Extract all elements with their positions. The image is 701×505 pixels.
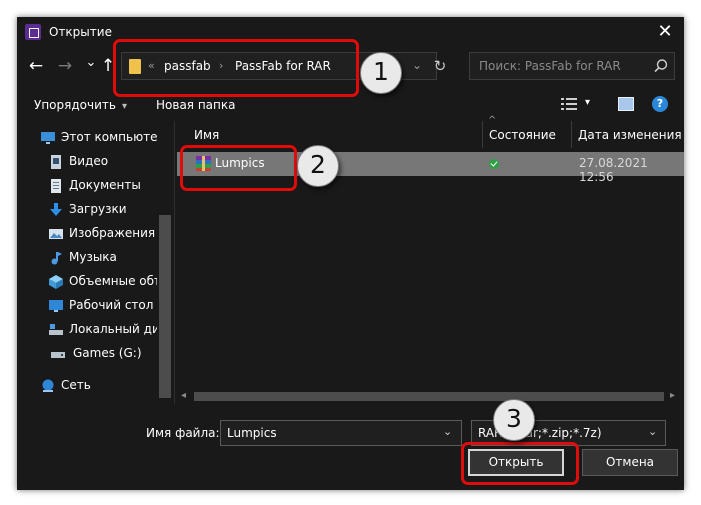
navigation-pane: Этот компьютер Видео Документы Загрузки … xyxy=(17,121,173,404)
sidebar-item-label: Объемные объ xyxy=(69,274,157,288)
sidebar-item-downloads[interactable]: Загрузки xyxy=(17,198,157,222)
sidebar-item-documents[interactable]: Документы xyxy=(17,174,157,198)
new-folder-button[interactable]: Новая папка xyxy=(156,98,235,112)
sidebar-item-label: Games (G:) xyxy=(73,346,142,360)
sidebar-item-video[interactable]: Видео xyxy=(17,150,157,174)
cancel-button[interactable]: Отмена xyxy=(582,449,678,476)
local-disk-icon xyxy=(49,324,63,335)
column-divider[interactable] xyxy=(482,121,483,148)
chevron-down-icon[interactable]: ⌄ xyxy=(443,425,452,438)
sidebar-item-label: Этот компьютер xyxy=(61,130,157,144)
sidebar-item-desktop[interactable]: Рабочий стол xyxy=(17,294,157,318)
sidebar-item-local-disk[interactable]: Локальный ди xyxy=(17,318,157,342)
column-header-date-modified[interactable]: Дата изменения xyxy=(578,128,682,142)
search-input[interactable]: Поиск: PassFab for RAR xyxy=(479,59,621,73)
preview-pane-icon[interactable] xyxy=(618,97,634,111)
refresh-icon[interactable]: ↻ xyxy=(429,55,451,77)
window-title: Открытие xyxy=(49,25,112,39)
sidebar-scrollbar[interactable] xyxy=(159,215,171,398)
filename-label: Имя файла: xyxy=(146,426,220,440)
back-arrow-icon[interactable]: ← xyxy=(25,54,47,78)
chevron-down-icon: ▾ xyxy=(121,101,127,112)
highlight-file-row xyxy=(180,145,297,191)
horizontal-scroll-thumb[interactable] xyxy=(194,392,664,401)
downloads-icon xyxy=(50,203,62,216)
close-icon[interactable]: ✕ xyxy=(653,20,677,44)
step-badge-2: 2 xyxy=(297,145,339,187)
scroll-right-icon[interactable]: ▸ xyxy=(670,390,675,401)
sidebar-item-label: Рабочий стол xyxy=(69,298,154,312)
search-icon[interactable] xyxy=(652,57,670,75)
sidebar-item-games-drive[interactable]: Games (G:) xyxy=(17,342,157,366)
chevron-down-icon[interactable]: ⌄ xyxy=(648,425,657,438)
filename-value: Lumpics xyxy=(227,426,277,440)
music-icon xyxy=(51,252,62,265)
step-badge-3: 3 xyxy=(493,399,535,441)
computer-icon xyxy=(41,132,55,144)
sidebar-item-label: Музыка xyxy=(69,250,117,264)
sidebar-item-this-pc[interactable]: Этот компьютер xyxy=(17,126,157,150)
file-date-modified: 27.08.2021 12:56 xyxy=(579,156,648,184)
sidebar-item-label: Документы xyxy=(69,178,141,192)
step-badge-1: 1 xyxy=(360,52,402,94)
sort-ascending-icon: ^ xyxy=(488,115,497,126)
forward-arrow-icon[interactable]: → xyxy=(54,54,76,78)
pane-divider[interactable] xyxy=(174,121,175,404)
3d-objects-icon xyxy=(49,275,63,289)
sidebar-item-label: Изображения xyxy=(69,226,156,240)
sidebar-item-3d-objects[interactable]: Объемные объ xyxy=(17,270,157,294)
sidebar-item-label: Видео xyxy=(69,154,109,168)
app-icon xyxy=(25,24,41,40)
drive-icon xyxy=(51,352,65,358)
column-headers: ^ Имя Состояние Дата изменения xyxy=(175,115,684,148)
highlight-open-button xyxy=(461,442,579,485)
video-icon xyxy=(51,155,61,169)
organize-menu[interactable]: Упорядочить ▾ xyxy=(34,98,127,112)
search-box[interactable]: Поиск: PassFab for RAR xyxy=(469,52,675,80)
column-header-status[interactable]: Состояние xyxy=(489,128,556,142)
view-chevron-icon[interactable]: ▾ xyxy=(585,97,590,108)
sidebar-item-music[interactable]: Музыка xyxy=(17,246,157,270)
desktop-icon xyxy=(49,300,63,312)
network-icon xyxy=(42,379,54,392)
filename-field[interactable]: Lumpics ⌄ xyxy=(220,420,462,446)
column-divider[interactable] xyxy=(571,121,572,148)
sidebar-item-label: Сеть xyxy=(61,378,91,392)
documents-icon xyxy=(51,179,61,193)
images-icon xyxy=(49,229,63,239)
sidebar-item-images[interactable]: Изображения xyxy=(17,222,157,246)
address-dropdown-icon[interactable]: ⌄ xyxy=(412,58,422,72)
organize-label: Упорядочить xyxy=(34,98,116,112)
view-options-icon[interactable] xyxy=(561,97,577,111)
help-icon[interactable]: ? xyxy=(652,96,668,112)
scroll-left-icon[interactable]: ◂ xyxy=(181,390,186,401)
column-header-name[interactable]: Имя xyxy=(194,128,219,142)
highlight-address-bar xyxy=(113,39,359,97)
sync-status-icon xyxy=(489,159,499,169)
sidebar-item-label: Локальный ди xyxy=(69,322,157,336)
sidebar-item-network[interactable]: Сеть xyxy=(17,374,157,398)
sidebar-item-label: Загрузки xyxy=(69,202,127,216)
